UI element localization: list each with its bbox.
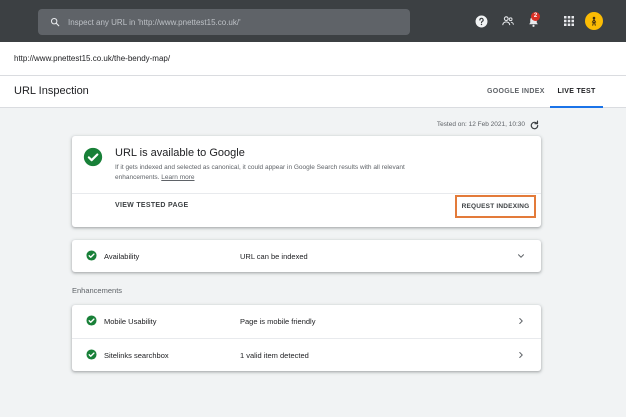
tab-live-test[interactable]: LIVE TEST bbox=[550, 76, 603, 108]
refresh-icon[interactable] bbox=[529, 118, 540, 136]
page-title: URL Inspection bbox=[14, 85, 89, 97]
top-bar: 2 bbox=[0, 0, 626, 42]
check-circle-icon bbox=[86, 250, 97, 261]
inspected-url: http://www.pnettest15.co.uk/the-bendy-ma… bbox=[14, 54, 171, 63]
availability-card[interactable]: Availability URL can be indexed bbox=[72, 240, 541, 272]
enhancement-value: 1 valid item detected bbox=[240, 351, 309, 360]
learn-more-link[interactable]: Learn more bbox=[161, 174, 194, 181]
enhancements-card: Mobile Usability Page is mobile friendly… bbox=[72, 305, 541, 371]
check-circle-icon bbox=[83, 147, 103, 167]
active-tab-indicator bbox=[550, 106, 603, 108]
enhancement-value: Page is mobile friendly bbox=[240, 317, 316, 326]
inspected-url-bar: http://www.pnettest15.co.uk/the-bendy-ma… bbox=[0, 42, 626, 76]
url-inspect-search-box[interactable] bbox=[38, 9, 410, 35]
page-header: URL Inspection GOOGLE INDEX LIVE TEST bbox=[0, 76, 626, 108]
list-item[interactable]: Sitelinks searchbox 1 valid item detecte… bbox=[72, 339, 541, 371]
tab-live-test-label: LIVE TEST bbox=[557, 88, 596, 95]
chevron-down-icon[interactable] bbox=[516, 251, 526, 261]
people-icon[interactable] bbox=[500, 13, 516, 29]
apps-icon[interactable] bbox=[561, 13, 577, 29]
help-icon[interactable] bbox=[473, 13, 489, 29]
check-circle-icon bbox=[86, 315, 97, 326]
url-inspect-input[interactable] bbox=[68, 17, 388, 27]
tab-google-index[interactable]: GOOGLE INDEX bbox=[487, 76, 545, 108]
view-tested-page-button[interactable]: VIEW TESTED PAGE bbox=[115, 202, 189, 209]
enhancement-label: Mobile Usability bbox=[104, 317, 157, 326]
url-status-description-text: If it gets indexed and selected as canon… bbox=[115, 164, 405, 181]
url-status-description: If it gets indexed and selected as canon… bbox=[115, 163, 425, 182]
enhancement-label: Sitelinks searchbox bbox=[104, 351, 169, 360]
availability-row[interactable]: Availability URL can be indexed bbox=[72, 240, 541, 272]
url-status-card: URL is available to Google If it gets in… bbox=[72, 136, 541, 227]
availability-value: URL can be indexed bbox=[240, 252, 308, 261]
avatar-person-icon bbox=[591, 16, 597, 26]
chevron-right-icon[interactable] bbox=[516, 350, 526, 360]
enhancements-heading: Enhancements bbox=[72, 286, 123, 295]
list-item[interactable]: Mobile Usability Page is mobile friendly bbox=[72, 305, 541, 337]
search-icon bbox=[50, 17, 60, 27]
tested-on-timestamp: Tested on: 12 Feb 2021, 10:30 bbox=[436, 121, 525, 128]
chevron-right-icon[interactable] bbox=[516, 316, 526, 326]
availability-label: Availability bbox=[104, 252, 140, 261]
check-circle-icon bbox=[86, 349, 97, 360]
request-indexing-button[interactable]: REQUEST INDEXING bbox=[455, 195, 536, 218]
card-divider bbox=[72, 193, 541, 194]
notification-count-badge: 2 bbox=[531, 12, 540, 21]
avatar[interactable] bbox=[585, 12, 603, 30]
url-status-title: URL is available to Google bbox=[115, 147, 245, 159]
